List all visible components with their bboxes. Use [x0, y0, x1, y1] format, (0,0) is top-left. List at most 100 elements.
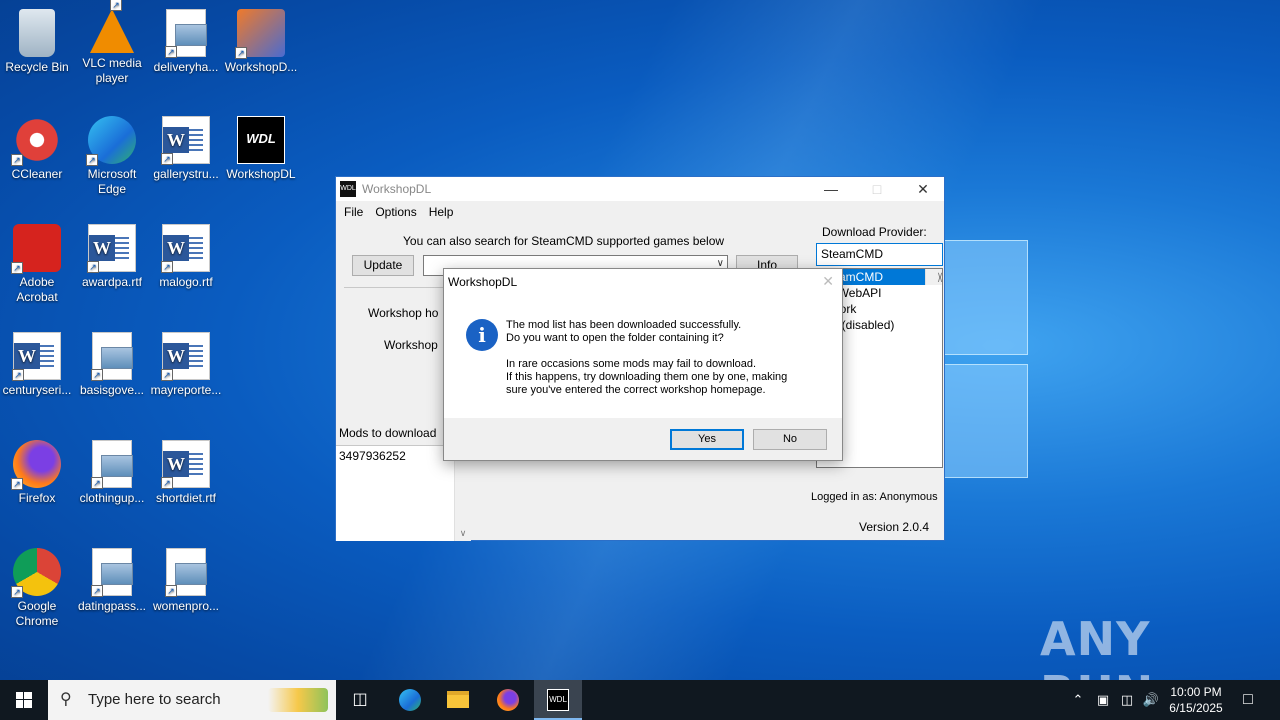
search-placeholder: Type here to search	[88, 691, 221, 708]
desktop-icon-label: Adobe Acrobat	[16, 275, 58, 304]
shortcut-arrow-icon: ↗	[86, 154, 98, 166]
desktop-icon-label: shortdiet.rtf	[155, 491, 217, 505]
word-doc-icon: W ↗	[161, 224, 210, 273]
recycle-bin-icon	[19, 9, 55, 57]
update-button[interactable]: Update	[352, 255, 414, 276]
word-doc-icon: W ↗	[161, 116, 210, 165]
windows-icon	[16, 692, 32, 708]
mods-to-download-label: Mods to download	[339, 426, 437, 440]
desktop-icon[interactable]: ↗ basisgove...	[74, 332, 150, 398]
provider-select[interactable]: SteamCMD	[816, 243, 943, 266]
desktop-icon[interactable]: W ↗ gallerystru...	[148, 116, 224, 182]
desktop-icon[interactable]: ↗ CCleaner	[0, 116, 75, 182]
desktop-icon-label: womenpro...	[152, 599, 220, 613]
menu-options[interactable]: Options	[369, 205, 422, 219]
menu-file[interactable]: File	[338, 205, 369, 219]
desktop-icon[interactable]: ↗ deliveryha...	[148, 9, 224, 75]
shortcut-arrow-icon: ↗	[91, 585, 103, 597]
minimize-button[interactable]: —	[808, 177, 854, 201]
menu-help[interactable]: Help	[423, 205, 460, 219]
desktop-icon-label: WorkshopDL	[226, 167, 296, 181]
workshopdl-app-icon: WDL	[340, 181, 356, 197]
desktop-icon[interactable]: ↗ Microsoft Edge	[74, 116, 150, 197]
shortcut-arrow-icon: ↗	[110, 0, 122, 11]
clock-date: 6/15/2025	[1169, 701, 1223, 715]
desktop-icon[interactable]: ↗ womenpro...	[148, 548, 224, 614]
task-view-icon[interactable]: ◫	[336, 680, 384, 720]
desktop-icon[interactable]: ↗ VLC media player	[74, 0, 150, 86]
firefox-icon: ↗	[11, 440, 61, 490]
shortcut-arrow-icon: ↗	[11, 154, 23, 166]
desktop-icon-label: Recycle Bin	[5, 60, 69, 74]
dialog-title[interactable]: WorkshopDL	[444, 269, 842, 295]
desktop-icon[interactable]: ↗ clothingup...	[74, 440, 150, 506]
word-doc-icon: W ↗	[161, 332, 210, 381]
desktop-icon-label: mayreporte...	[150, 383, 222, 397]
shortcut-arrow-icon: ↗	[165, 585, 177, 597]
close-button[interactable]: ✕	[900, 177, 946, 201]
desktop-icon-label: awardpa.rtf	[81, 275, 143, 289]
desktop-icon[interactable]: W ↗ mayreporte...	[148, 332, 224, 398]
workshop-label: Workshop	[384, 338, 438, 352]
window-title: WorkshopDL	[362, 182, 432, 196]
yes-button[interactable]: Yes	[670, 429, 744, 450]
shortcut-arrow-icon: ↗	[161, 261, 173, 273]
desktop-icon[interactable]: W ↗ shortdiet.rtf	[148, 440, 224, 506]
message-dialog: WorkshopDL ✕ i The mod list has been dow…	[443, 268, 843, 461]
word-doc-icon: W ↗	[12, 332, 61, 381]
desktop-icon[interactable]: ↗ Firefox	[0, 440, 75, 506]
ccleaner-icon: ↗	[11, 116, 61, 166]
desktop-icon[interactable]: Recycle Bin	[0, 9, 75, 75]
provider-scrollbar[interactable]: ∧∨	[925, 269, 942, 285]
clock-time: 10:00 PM	[1170, 685, 1222, 699]
shortcut-arrow-icon: ↗	[11, 586, 23, 598]
desktop-icon-label: Google Chrome	[15, 599, 59, 628]
desktop-icon[interactable]: ↗ Google Chrome	[0, 548, 75, 629]
desktop-icon[interactable]: ↗ datingpass...	[74, 548, 150, 614]
taskbar-search-box[interactable]: ⚲ Type here to search	[48, 680, 336, 720]
taskbar-clock[interactable]: 10:00 PM 6/15/2025	[1150, 684, 1242, 716]
desktop-icon-label: deliveryha...	[153, 60, 219, 74]
desktop-icon-label: Firefox	[18, 491, 56, 505]
desktop-icon[interactable]: W ↗ malogo.rtf	[148, 224, 224, 290]
file-explorer-icon[interactable]	[434, 680, 482, 720]
acrobat-icon: ↗	[11, 224, 61, 274]
word-doc-icon: W ↗	[87, 224, 136, 273]
notification-icon[interactable]: □	[1234, 680, 1262, 720]
desktop-icon[interactable]: WDL WorkshopDL	[223, 116, 299, 182]
workshopdl-taskbar-icon[interactable]: WDL	[534, 680, 582, 720]
desktop-icon-label: malogo.rtf	[159, 275, 213, 289]
desktop-icon-label: gallerystru...	[153, 167, 219, 181]
tray-chevron-icon[interactable]: ⌃	[1068, 680, 1088, 720]
maximize-button[interactable]: □	[854, 177, 900, 201]
image-file-icon: ↗	[91, 332, 133, 381]
windows-logo-glow	[930, 240, 1030, 480]
desktop-icon-label: VLC media player	[82, 56, 142, 85]
desktop-icon-label: WorkshopD...	[224, 60, 298, 74]
firefox-taskbar-icon[interactable]	[484, 680, 532, 720]
desktop-icon[interactable]: ↗ Adobe Acrobat	[0, 224, 75, 305]
image-file-icon: ↗	[91, 440, 133, 489]
network-icon[interactable]: ◫	[1116, 680, 1138, 720]
desktop-icon[interactable]: W ↗ awardpa.rtf	[74, 224, 150, 290]
start-button[interactable]	[0, 680, 48, 720]
no-button[interactable]: No	[753, 429, 827, 450]
desktop-icon[interactable]: W ↗ centuryseri...	[0, 332, 75, 398]
version-label: Version 2.0.4	[859, 520, 930, 534]
desktop-icon-label: centuryseri...	[2, 383, 72, 397]
shortcut-arrow-icon: ↗	[161, 477, 173, 489]
tray-device-icon[interactable]: ▣	[1092, 680, 1114, 720]
shortcut-arrow-icon: ↗	[12, 369, 24, 381]
chrome-icon: ↗	[11, 548, 61, 598]
dialog-close-icon[interactable]: ✕	[822, 273, 834, 290]
search-hint-text: You can also search for SteamCMD support…	[403, 234, 725, 248]
edge-taskbar-icon[interactable]	[386, 680, 434, 720]
taskbar: ⚲ Type here to search ◫ WDL ⌃ ▣ ◫ 🔊 10:0…	[0, 680, 1280, 720]
workshop-homepage-label: Workshop ho	[368, 306, 439, 320]
shortcut-arrow-icon: ↗	[11, 478, 23, 490]
shortcut-arrow-icon: ↗	[161, 369, 173, 381]
image-file-icon: ↗	[165, 9, 207, 58]
desktop-icon[interactable]: ↗ WorkshopD...	[223, 9, 299, 75]
shortcut-arrow-icon: ↗	[91, 477, 103, 489]
shortcut-arrow-icon: ↗	[165, 46, 177, 58]
